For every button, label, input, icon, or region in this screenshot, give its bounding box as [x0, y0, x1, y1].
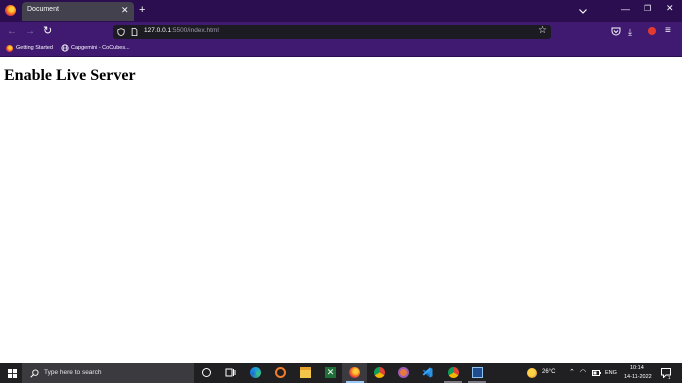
app-icon-round[interactable] [398, 367, 409, 378]
reload-icon[interactable]: ↻ [43, 25, 52, 37]
globe-icon [61, 44, 69, 52]
page-heading: Enable Live Server [4, 67, 136, 84]
clock-date[interactable]: 14-11-2022 [624, 374, 652, 380]
list-all-tabs-icon[interactable] [578, 6, 588, 16]
firefox-bookmark-icon [6, 45, 13, 52]
app-icon-orange[interactable] [275, 367, 286, 378]
chevron-up-icon[interactable]: ⌃ [569, 368, 575, 376]
battery-icon[interactable] [592, 370, 601, 376]
vscode-icon[interactable] [422, 367, 433, 378]
restore-icon[interactable]: ❐ [644, 4, 651, 13]
firefox-logo-icon[interactable] [5, 5, 16, 16]
anaconda-icon[interactable]: ✕ [325, 367, 336, 378]
chrome-profile-icon[interactable] [448, 367, 459, 378]
notification-count: 1 [668, 375, 671, 380]
bookmark-capgemini[interactable]: Capgemini - CoCubes... [71, 45, 130, 51]
page-info-icon[interactable] [131, 28, 138, 36]
weather-icon[interactable] [527, 368, 537, 378]
bookmark-star-icon[interactable]: ☆ [538, 25, 547, 36]
photos-icon[interactable] [472, 367, 483, 378]
windows-start-icon[interactable] [8, 369, 17, 378]
url-bar[interactable]: 127.0.0.1:5500/index.html ☆ [113, 25, 551, 39]
firefox-taskbar-icon[interactable] [349, 367, 360, 378]
language-indicator[interactable]: ENG [605, 370, 617, 376]
network-icon[interactable]: ◠ [580, 368, 586, 376]
tab-title: Document [27, 6, 59, 13]
browser-tab[interactable]: Document ✕ [22, 2, 134, 21]
forward-icon[interactable]: → [25, 26, 35, 38]
search-icon [30, 369, 39, 378]
back-icon[interactable]: ← [7, 26, 17, 38]
task-view-icon[interactable] [225, 367, 236, 378]
extension-icon[interactable] [648, 27, 656, 35]
weather-temp[interactable]: 26°C [542, 369, 555, 375]
chrome-icon[interactable] [374, 367, 385, 378]
window-close-icon[interactable]: ✕ [666, 3, 674, 14]
minimize-icon[interactable]: — [621, 4, 630, 14]
clock-time[interactable]: 10:14 [630, 365, 644, 371]
url-text[interactable]: 127.0.0.1:5500/index.html [144, 27, 219, 34]
pocket-icon[interactable] [611, 27, 621, 36]
shield-icon[interactable] [117, 28, 125, 36]
tab-close-icon[interactable]: ✕ [121, 5, 129, 15]
search-placeholder: Type here to search [44, 369, 102, 376]
url-path: :5500/index.html [171, 27, 219, 34]
bookmark-getting-started[interactable]: Getting Started [16, 45, 53, 51]
url-host: 127.0.0.1 [144, 27, 172, 34]
taskbar-search-box[interactable]: Type here to search [22, 363, 194, 383]
new-tab-icon[interactable]: + [139, 4, 145, 16]
file-explorer-icon[interactable] [300, 367, 311, 378]
downloads-icon[interactable]: ⤓ [628, 26, 632, 38]
edge-icon[interactable] [250, 367, 261, 378]
menu-icon[interactable]: ≡ [665, 25, 671, 37]
cortana-icon[interactable] [202, 368, 211, 377]
page-content: Enable Live Server [0, 57, 682, 363]
